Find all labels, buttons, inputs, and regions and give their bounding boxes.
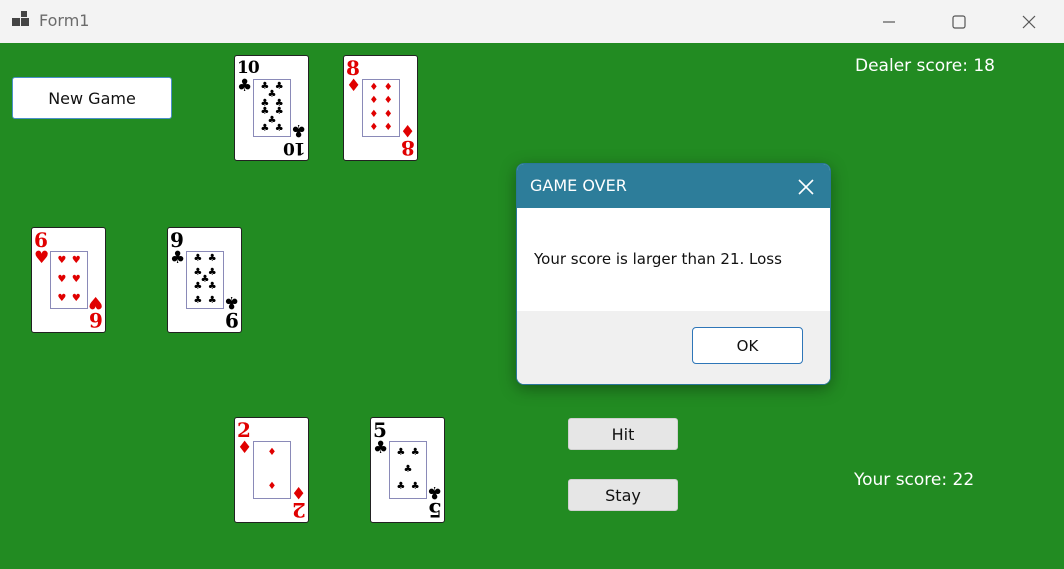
diamonds-icon: ♦ <box>346 76 362 96</box>
playing-card: 9 ♣ 9 ♣ ♣ ♣ ♣ ♣ ♣ ♣ ♣ ♣ ♣ <box>167 227 242 333</box>
diamonds-pip-icon: ♦ <box>267 447 277 459</box>
dialog-footer: OK <box>517 311 830 384</box>
clubs-icon: ♣ <box>426 482 442 502</box>
playing-card: 10 ♣ 10 ♣ ♣ ♣ ♣ ♣ ♣ ♣ ♣ ♣ ♣ ♣ <box>234 55 309 161</box>
minimize-icon <box>883 21 895 23</box>
clubs-icon: ♣ <box>237 76 253 96</box>
dialog-title: GAME OVER <box>530 176 627 195</box>
card-rank: 9 <box>225 308 239 332</box>
diamonds-icon: ♦ <box>399 120 415 140</box>
clubs-icon: ♣ <box>373 438 389 458</box>
card-face: ♣ ♣ ♣ ♣ ♣ <box>389 441 427 499</box>
card-face: ♥ ♥ ♥ ♥ ♥ ♥ <box>50 251 88 309</box>
diamonds-pip-icon: ♦ <box>267 480 277 492</box>
hearts-pip-icon: ♥ <box>57 254 67 266</box>
window-close-button[interactable] <box>994 0 1064 43</box>
clubs-pip-icon: ♣ <box>260 123 270 135</box>
diamonds-pip-icon: ♦ <box>383 95 393 107</box>
dialog-message: Your score is larger than 21. Loss <box>534 250 782 268</box>
game-over-dialog: GAME OVER Your score is larger than 21. … <box>516 163 831 385</box>
stay-button[interactable]: Stay <box>568 479 678 511</box>
hearts-pip-icon: ♥ <box>57 293 67 305</box>
clubs-pip-icon: ♣ <box>396 480 406 492</box>
card-rank: 5 <box>373 418 387 442</box>
playing-card: 5 ♣ 5 ♣ ♣ ♣ ♣ ♣ ♣ <box>370 417 445 523</box>
diamonds-icon: ♦ <box>290 482 306 502</box>
clubs-pip-icon: ♣ <box>207 281 217 293</box>
new-game-button[interactable]: New Game <box>12 77 172 119</box>
app-icon <box>12 11 32 29</box>
diamonds-icon: ♦ <box>237 438 253 458</box>
card-rank: 2 <box>292 498 306 522</box>
clubs-pip-icon: ♣ <box>396 447 406 459</box>
playing-card: 2 ♦ 2 ♦ ♦ ♦ <box>234 417 309 523</box>
diamonds-pip-icon: ♦ <box>383 122 393 134</box>
hearts-pip-icon: ♥ <box>71 293 81 305</box>
card-rank: 8 <box>401 136 415 160</box>
card-rank: 6 <box>34 228 48 252</box>
clubs-icon: ♣ <box>170 248 186 268</box>
card-rank: 2 <box>237 418 251 442</box>
card-rank: 8 <box>346 56 360 80</box>
card-rank: 10 <box>284 138 306 158</box>
card-rank: 5 <box>428 498 442 522</box>
card-face: ♣ ♣ ♣ ♣ ♣ ♣ ♣ ♣ ♣ ♣ <box>253 79 291 137</box>
diamonds-pip-icon: ♦ <box>369 122 379 134</box>
hearts-pip-icon: ♥ <box>71 274 81 285</box>
clubs-pip-icon: ♣ <box>193 295 203 307</box>
clubs-pip-icon: ♣ <box>193 281 203 293</box>
card-rank: 6 <box>89 308 103 332</box>
title-bar: Form1 <box>0 0 1064 43</box>
hearts-icon: ♥ <box>87 292 103 312</box>
clubs-pip-icon: ♣ <box>410 480 420 492</box>
clubs-pip-icon: ♣ <box>410 447 420 459</box>
hit-button[interactable]: Hit <box>568 418 678 450</box>
clubs-pip-icon: ♣ <box>193 252 203 264</box>
clubs-pip-icon: ♣ <box>207 295 217 307</box>
close-icon <box>798 179 814 195</box>
hearts-pip-icon: ♥ <box>71 254 81 266</box>
clubs-pip-icon: ♣ <box>274 123 284 135</box>
dealer-score-label: Dealer score: 18 <box>855 56 995 76</box>
clubs-icon: ♣ <box>290 120 306 140</box>
close-icon <box>1022 15 1036 29</box>
window-title: Form1 <box>39 11 90 30</box>
diamonds-pip-icon: ♦ <box>369 108 379 120</box>
clubs-pip-icon: ♣ <box>207 252 217 264</box>
ok-button[interactable]: OK <box>692 327 803 364</box>
playing-card: 8 ♦ 8 ♦ ♦ ♦ ♦ ♦ ♦ ♦ ♦ ♦ <box>343 55 418 161</box>
diamonds-pip-icon: ♦ <box>369 81 379 93</box>
card-rank: 10 <box>237 58 260 78</box>
card-face: ♣ ♣ ♣ ♣ ♣ ♣ ♣ ♣ ♣ <box>186 251 224 309</box>
hearts-pip-icon: ♥ <box>57 274 67 285</box>
hearts-icon: ♥ <box>34 248 50 268</box>
dialog-close-button[interactable] <box>795 176 817 198</box>
maximize-icon <box>952 15 966 29</box>
card-face: ♦ ♦ <box>253 441 291 499</box>
diamonds-pip-icon: ♦ <box>369 95 379 107</box>
minimize-button[interactable] <box>854 0 924 43</box>
diamonds-pip-icon: ♦ <box>383 108 393 120</box>
card-face: ♦ ♦ ♦ ♦ ♦ ♦ ♦ ♦ <box>362 79 400 137</box>
playing-card: 6 ♥ 6 ♥ ♥ ♥ ♥ ♥ ♥ ♥ <box>31 227 106 333</box>
clubs-pip-icon: ♣ <box>403 464 413 475</box>
clubs-icon: ♣ <box>223 292 239 312</box>
maximize-button[interactable] <box>924 0 994 43</box>
card-rank: 9 <box>170 228 184 252</box>
diamonds-pip-icon: ♦ <box>383 81 393 93</box>
player-score-label: Your score: 22 <box>854 470 975 490</box>
dialog-header: GAME OVER <box>517 164 830 208</box>
